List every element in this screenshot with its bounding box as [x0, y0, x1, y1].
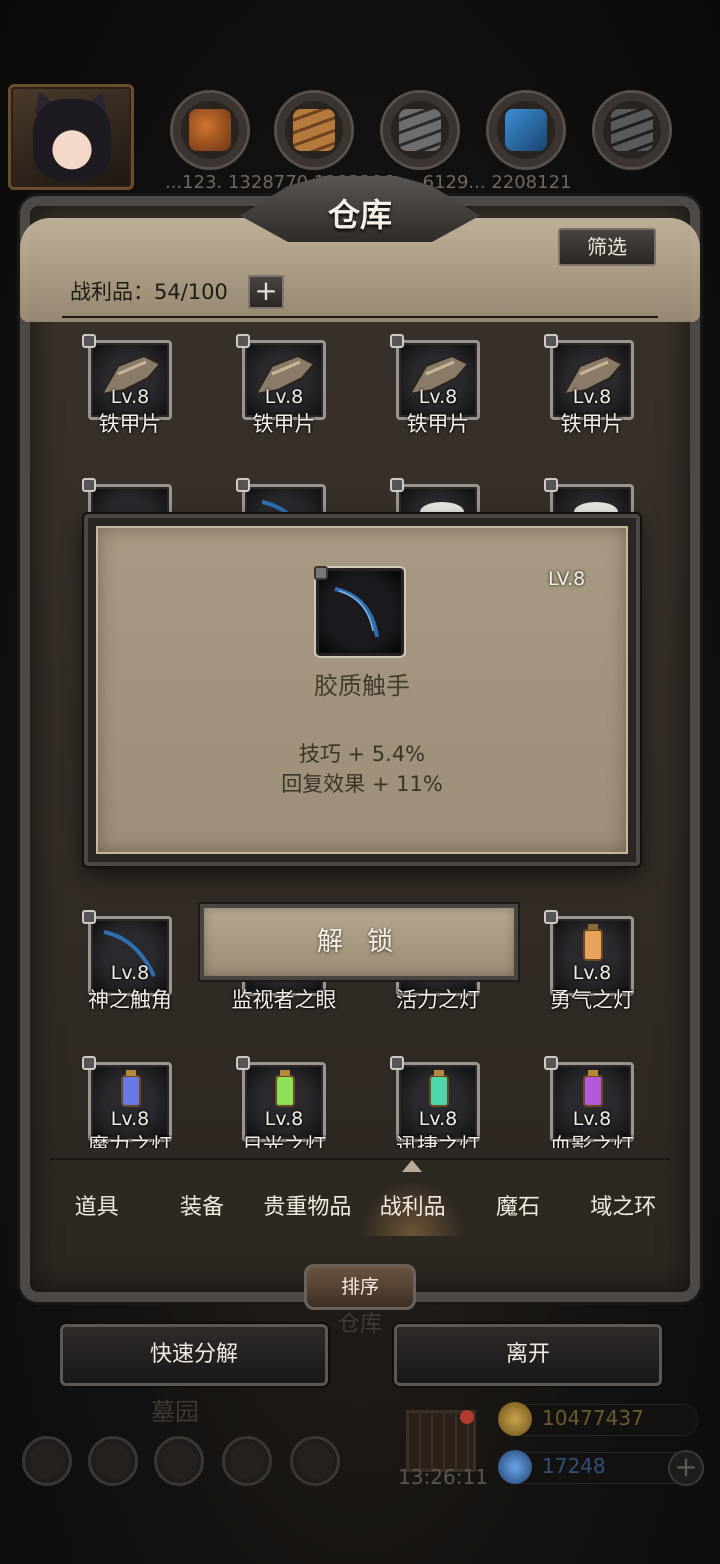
resource-iron-icon[interactable]: [380, 90, 460, 170]
item-name: 铁甲片: [252, 412, 316, 436]
map-icon[interactable]: [290, 1436, 340, 1486]
resource-wood-icon[interactable]: [274, 90, 354, 170]
stone-icon: [611, 109, 653, 151]
grid-divider: [62, 316, 658, 318]
item-level: Lv.8: [110, 962, 150, 984]
item-level: Lv.8: [418, 386, 458, 408]
gold-coin-icon: [498, 1402, 532, 1436]
item-name: 活力之灯: [396, 988, 480, 1012]
item-level: Lv.8: [264, 1108, 304, 1130]
item-level: Lv.8: [572, 962, 612, 984]
notification-dot: [460, 1410, 474, 1424]
wood-icon: [293, 109, 335, 151]
item-name: 勇气之灯: [550, 988, 634, 1012]
item-name: 监视者之眼: [231, 988, 337, 1012]
item-level: Lv.8: [110, 1108, 150, 1130]
tab-valuables[interactable]: 贵重物品: [255, 1180, 360, 1236]
item-row-partial: Lv.8 魔力之灯 Lv.8 日光之灯 Lv.8 迅捷之灯 Lv.8 血影之灯: [40, 1052, 680, 1148]
iron-icon: [399, 109, 441, 151]
resource-stone-icon[interactable]: [592, 90, 672, 170]
item-slot[interactable]: Lv.8 魔力之灯: [64, 1056, 196, 1148]
tab-magic-stones[interactable]: 魔石: [465, 1180, 570, 1236]
item-level: Lv.8: [572, 386, 612, 408]
filter-button[interactable]: 筛选: [558, 228, 656, 266]
tab-domain-rings[interactable]: 域之环: [571, 1180, 676, 1236]
player-avatar[interactable]: [8, 84, 134, 190]
achievement-icon[interactable]: [88, 1436, 138, 1486]
clock: 13:26:11: [398, 1465, 488, 1489]
category-tabs: 道具 装备 贵重物品 战利品 魔石 域之环: [44, 1180, 676, 1236]
item-name: 血影之灯: [550, 1134, 634, 1148]
item-level: Lv.8: [264, 386, 304, 408]
item-name: 日光之灯: [242, 1134, 326, 1148]
tab-divider: [50, 1158, 670, 1160]
item-level: Lv.8: [418, 1108, 458, 1130]
cemetery-label: 墓园: [151, 1398, 199, 1426]
gem-amount: 17248: [542, 1454, 606, 1478]
tooltip-item-frame: [314, 566, 406, 658]
leave-button[interactable]: 离开: [394, 1324, 662, 1386]
active-tab-marker: [402, 1160, 422, 1172]
tooltip-level: LV.8: [548, 568, 586, 590]
item-slot[interactable]: Lv.8 铁甲片: [64, 334, 196, 454]
lock-icon: [314, 566, 328, 580]
gold-amount: 10477437: [542, 1406, 644, 1430]
item-slot[interactable]: Lv.8 铁甲片: [526, 334, 658, 454]
item-name: 铁甲片: [98, 412, 162, 436]
item-name: 魔力之灯: [88, 1134, 172, 1148]
crystal-icon: [505, 109, 547, 151]
gem-icon: [498, 1450, 532, 1484]
tooltip-item-name: 胶质触手: [314, 672, 410, 700]
item-slot[interactable]: Lv.8 神之触角: [64, 910, 196, 1030]
tab-loot[interactable]: 战利品: [359, 1180, 466, 1236]
item-level: Lv.8: [110, 386, 150, 408]
add-currency-icon[interactable]: +: [668, 1450, 704, 1486]
tentacle-icon: [334, 587, 379, 638]
item-level: Lv.8: [572, 1108, 612, 1130]
tooltip-stat: 回复效果 + 11%: [281, 772, 443, 796]
panel-title: 仓库: [327, 196, 392, 234]
tab-items[interactable]: 道具: [44, 1180, 149, 1236]
tooltip-stat: 技巧 + 5.4%: [298, 742, 426, 766]
guild-icon[interactable]: [154, 1436, 204, 1486]
item-name: 神之触角: [88, 988, 172, 1012]
meat-icon: [189, 109, 231, 151]
item-slot[interactable]: Lv.8 迅捷之灯: [372, 1056, 504, 1148]
resource-meat-icon[interactable]: [170, 90, 250, 170]
item-name: 铁甲片: [406, 412, 470, 436]
item-name: 铁甲片: [560, 412, 624, 436]
loot-capacity: 战利品：54/100: [70, 280, 228, 304]
item-name: 迅捷之灯: [396, 1134, 480, 1148]
item-slot[interactable]: Lv.8 铁甲片: [218, 334, 350, 454]
mail-icon[interactable]: [222, 1436, 272, 1486]
expand-capacity-button[interactable]: +: [248, 275, 284, 309]
item-slot[interactable]: Lv.8 血影之灯: [526, 1056, 658, 1148]
item-slot[interactable]: Lv.8 勇气之灯: [526, 910, 658, 1030]
avatar-portrait: [33, 99, 111, 181]
unlock-button[interactable]: 解 锁: [200, 904, 518, 980]
tab-equipment[interactable]: 装备: [149, 1180, 254, 1236]
settings-icon[interactable]: [22, 1436, 72, 1486]
resource-crystal-icon[interactable]: [486, 90, 566, 170]
item-slot[interactable]: Lv.8 日光之灯: [218, 1056, 350, 1148]
quick-decompose-button[interactable]: 快速分解: [60, 1324, 328, 1386]
item-slot[interactable]: Lv.8 铁甲片: [372, 334, 504, 454]
lock-icon: [82, 478, 96, 492]
sort-button[interactable]: 排序: [304, 1264, 416, 1310]
